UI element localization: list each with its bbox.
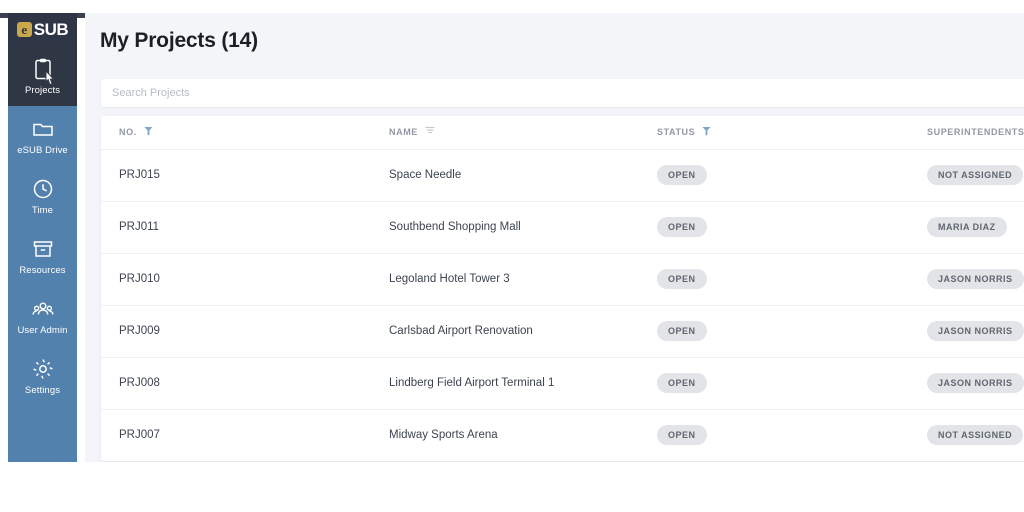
cell-status: OPEN xyxy=(639,305,909,358)
superintendent-badge: JASON NORRIS xyxy=(927,269,1024,289)
table-body: PRJ015 Space Needle OPEN NOT ASSIGNED PR… xyxy=(101,149,1024,461)
users-icon xyxy=(31,297,55,321)
status-badge: OPEN xyxy=(657,269,707,289)
gear-icon xyxy=(31,357,55,381)
filter-icon[interactable] xyxy=(702,126,711,138)
cell-status: OPEN xyxy=(639,201,909,254)
cell-superintendent: JASON NORRIS xyxy=(909,305,1024,358)
cell-no: PRJ011 xyxy=(101,201,371,254)
sidebar-item-label: Resources xyxy=(19,264,66,276)
superintendent-badge: MARIA DIAZ xyxy=(927,217,1007,237)
mouse-cursor-icon xyxy=(44,69,58,87)
cell-no: PRJ007 xyxy=(101,409,371,461)
column-header-label: NAME xyxy=(389,127,418,138)
cell-name: Carlsbad Airport Renovation xyxy=(371,305,639,358)
box-icon xyxy=(31,237,55,261)
table-row[interactable]: PRJ011 Southbend Shopping Mall OPEN MARI… xyxy=(101,201,1024,254)
main-content: My Projects (14) NO. xyxy=(85,13,1024,462)
table-header-row: NO. NAME STATUS SUPERINTENDENTS xyxy=(101,116,1024,150)
column-header-superintendents[interactable]: SUPERINTENDENTS xyxy=(909,116,1024,150)
column-header-name[interactable]: NAME xyxy=(371,116,639,150)
table-row[interactable]: PRJ007 Midway Sports Arena OPEN NOT ASSI… xyxy=(101,409,1024,461)
cell-status: OPEN xyxy=(639,253,909,306)
projects-table-card: NO. NAME STATUS SUPERINTENDENTS PRJ015 S… xyxy=(101,116,1024,461)
column-header-label: NO. xyxy=(119,127,137,138)
table-row[interactable]: PRJ010 Legoland Hotel Tower 3 OPEN JASON… xyxy=(101,253,1024,306)
status-badge: OPEN xyxy=(657,217,707,237)
sidebar-item-time[interactable]: Time xyxy=(8,166,77,226)
superintendent-badge: NOT ASSIGNED xyxy=(927,425,1024,445)
app-logo[interactable]: e SUB xyxy=(8,13,77,46)
page-title: My Projects (14) xyxy=(100,29,258,52)
cell-superintendent: MARIA DIAZ xyxy=(909,201,1024,254)
cell-status: OPEN xyxy=(639,409,909,461)
cell-name: Space Needle xyxy=(371,149,639,202)
cell-name: Lindberg Field Airport Terminal 1 xyxy=(371,357,639,410)
folder-icon xyxy=(31,117,55,141)
column-header-label: SUPERINTENDENTS xyxy=(927,127,1024,138)
search-input[interactable] xyxy=(101,79,1024,107)
cell-superintendent: JASON NORRIS xyxy=(909,357,1024,410)
cell-superintendent: JASON NORRIS xyxy=(909,253,1024,306)
table-row[interactable]: PRJ008 Lindberg Field Airport Terminal 1… xyxy=(101,357,1024,410)
column-header-label: STATUS xyxy=(657,127,696,138)
cell-name: Southbend Shopping Mall xyxy=(371,201,639,254)
logo-text: SUB xyxy=(33,19,69,39)
cell-name: Midway Sports Arena xyxy=(371,409,639,461)
column-header-status[interactable]: STATUS xyxy=(639,116,909,150)
cell-no: PRJ015 xyxy=(101,149,371,202)
filter-lines-icon[interactable] xyxy=(425,126,435,138)
sidebar-item-label: Time xyxy=(31,204,54,216)
filter-icon[interactable] xyxy=(144,126,153,138)
status-badge: OPEN xyxy=(657,321,707,341)
status-badge: OPEN xyxy=(657,373,707,393)
app-root: e SUB Projects eSUB Drive Time Resources… xyxy=(0,0,1024,512)
status-badge: OPEN xyxy=(657,425,707,445)
sidebar-item-resources[interactable]: Resources xyxy=(8,226,77,286)
cell-no: PRJ008 xyxy=(101,357,371,410)
sidebar-item-settings[interactable]: Settings xyxy=(8,346,77,406)
superintendent-badge: NOT ASSIGNED xyxy=(927,165,1024,185)
sidebar-item-esub-drive[interactable]: eSUB Drive xyxy=(8,106,77,166)
cell-status: OPEN xyxy=(639,149,909,202)
cell-no: PRJ010 xyxy=(101,253,371,306)
cell-superintendent: NOT ASSIGNED xyxy=(909,409,1024,461)
table-row[interactable]: PRJ015 Space Needle OPEN NOT ASSIGNED xyxy=(101,149,1024,202)
clock-icon xyxy=(31,177,55,201)
cell-no: PRJ009 xyxy=(101,305,371,358)
sidebar-item-label: eSUB Drive xyxy=(17,144,68,156)
cell-name: Legoland Hotel Tower 3 xyxy=(371,253,639,306)
superintendent-badge: JASON NORRIS xyxy=(927,373,1024,393)
projects-table: NO. NAME STATUS SUPERINTENDENTS PRJ015 S… xyxy=(101,116,1024,461)
sidebar-item-user-admin[interactable]: User Admin xyxy=(8,286,77,346)
sidebar-item-label: Settings xyxy=(24,384,61,396)
table-row[interactable]: PRJ009 Carlsbad Airport Renovation OPEN … xyxy=(101,305,1024,358)
sidebar-item-label: User Admin xyxy=(17,324,68,336)
column-header-no[interactable]: NO. xyxy=(101,116,371,150)
sidebar: e SUB Projects eSUB Drive Time Resources… xyxy=(8,13,77,462)
superintendent-badge: JASON NORRIS xyxy=(927,321,1024,341)
status-badge: OPEN xyxy=(657,165,707,185)
sidebar-item-projects[interactable]: Projects xyxy=(8,46,77,106)
table-header: NO. NAME STATUS SUPERINTENDENTS xyxy=(101,116,1024,150)
cell-status: OPEN xyxy=(639,357,909,410)
cell-superintendent: NOT ASSIGNED xyxy=(909,149,1024,202)
logo-mark-icon: e xyxy=(16,22,32,37)
